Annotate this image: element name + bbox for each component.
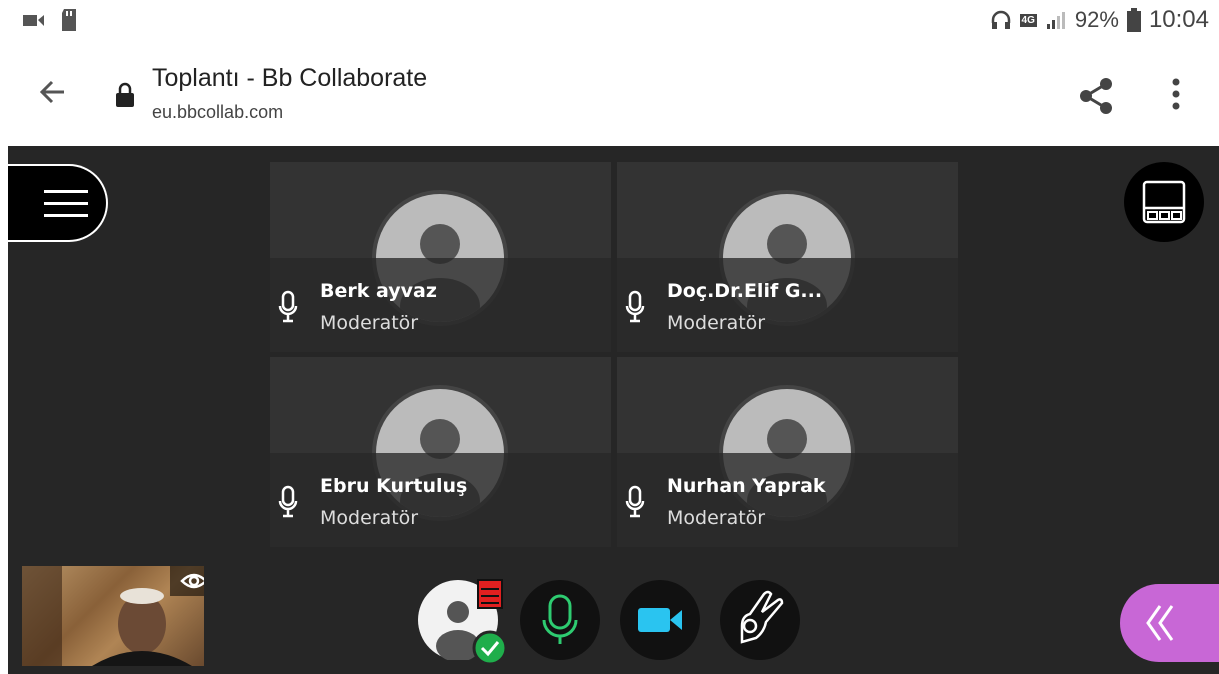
raise-hand-icon [740, 590, 784, 644]
open-panel-button[interactable] [1120, 584, 1219, 662]
participant-tile[interactable]: Doç.Dr.Elif G... Moderatör [617, 162, 958, 352]
participant-name: Berk ayvaz [320, 280, 437, 302]
network-type-badge: 4G [1019, 13, 1037, 27]
participant-tile[interactable]: Berk ayvaz Moderatör [270, 162, 611, 352]
participant-tile[interactable]: Nurhan Yaprak Moderatör [617, 357, 958, 547]
microphone-icon [278, 485, 298, 518]
name-overlay [270, 258, 611, 352]
participant-role: Moderatör [320, 312, 419, 334]
status-bar: 4G 92% 10:04 [0, 0, 1219, 44]
self-video-preview[interactable] [22, 566, 204, 666]
meeting-stage: Berk ayvaz Moderatör Doç.Dr.Elif G... Mo… [8, 146, 1219, 674]
page-title: Toplantı - Bb Collaborate [152, 64, 428, 92]
raise-hand-button[interactable] [720, 580, 800, 660]
microphone-icon [625, 290, 645, 323]
participant-name: Ebru Kurtuluş [320, 475, 468, 497]
camera-button[interactable] [620, 580, 700, 660]
back-arrow-icon[interactable] [34, 74, 70, 110]
eye-icon[interactable] [170, 566, 204, 596]
check-icon [472, 630, 508, 666]
microphone-button[interactable] [520, 580, 600, 660]
name-overlay [617, 453, 958, 547]
clock: 10:04 [1148, 6, 1209, 33]
battery-icon [1126, 8, 1141, 32]
participant-name: Doç.Dr.Elif G... [667, 280, 823, 302]
status-flag-icon [477, 579, 503, 609]
participant-role: Moderatör [667, 312, 766, 334]
headset-icon [991, 10, 1010, 29]
more-options-icon[interactable] [1166, 74, 1186, 114]
microphone-icon [542, 594, 578, 644]
battery-percent: 92% [1074, 7, 1119, 32]
name-overlay [617, 258, 958, 352]
video-camera-icon [638, 608, 682, 632]
layout-toggle-button[interactable] [1124, 162, 1204, 242]
participant-name: Nurhan Yaprak [667, 475, 826, 497]
share-icon[interactable] [1076, 76, 1116, 116]
microphone-icon [625, 485, 645, 518]
sd-card-icon [62, 9, 76, 31]
lock-icon [116, 82, 134, 107]
browser-toolbar: Toplantı - Bb Collaborate eu.bbcollab.co… [0, 44, 1219, 146]
grid-layout-icon [1142, 180, 1186, 224]
page-domain: eu.bbcollab.com [152, 102, 284, 122]
name-overlay [270, 453, 611, 547]
participant-role: Moderatör [320, 507, 419, 529]
my-status-button[interactable] [418, 579, 508, 666]
hamburger-icon-line [44, 214, 88, 217]
signal-icon [1046, 12, 1065, 29]
session-menu-button[interactable] [8, 164, 108, 242]
video-camera-icon [23, 15, 44, 26]
double-chevron-left-icon [1146, 605, 1174, 641]
hamburger-icon [44, 190, 88, 193]
hamburger-icon-line [44, 202, 88, 205]
participant-role: Moderatör [667, 507, 766, 529]
participant-tile[interactable]: Ebru Kurtuluş Moderatör [270, 357, 611, 547]
microphone-icon [278, 290, 298, 323]
